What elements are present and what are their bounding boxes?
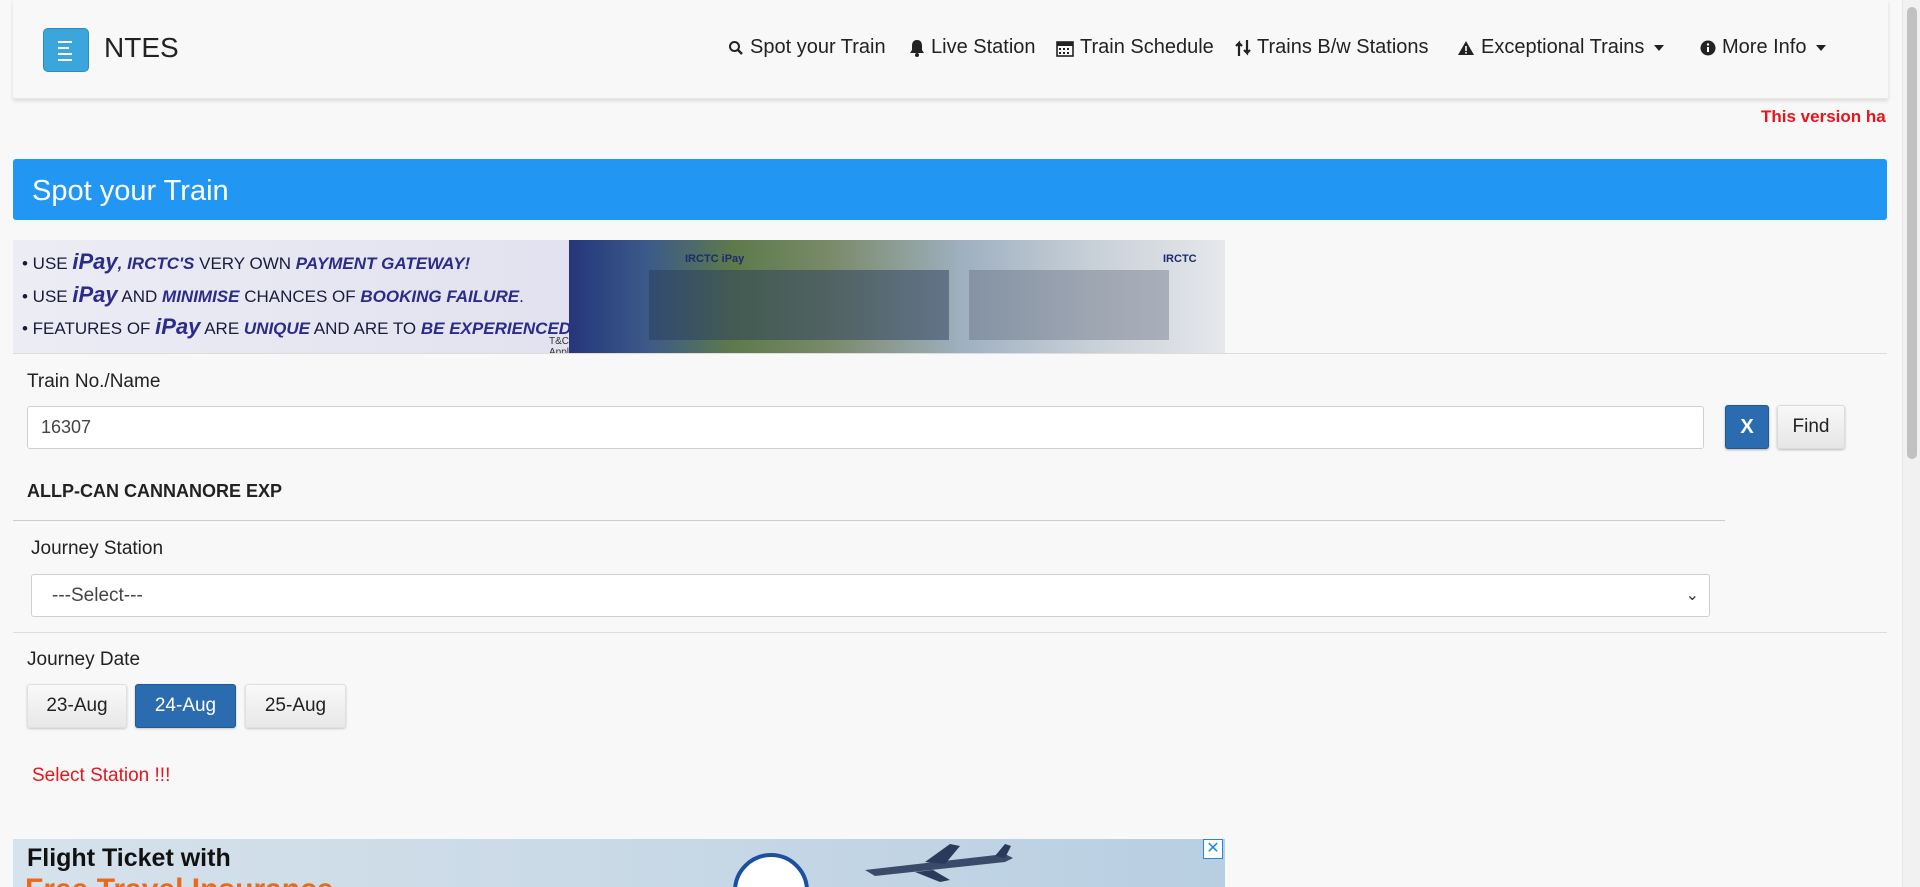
page-header: Spot your Train <box>13 159 1887 220</box>
nav-exceptional-trains[interactable]: Exceptional Trains <box>1457 36 1665 59</box>
airplane-icon <box>865 844 1013 882</box>
sort-icon <box>1235 39 1251 56</box>
menu-icon-bar <box>58 47 69 49</box>
warning-icon <box>1458 40 1474 55</box>
nav-label: More Info <box>1722 36 1807 58</box>
divider <box>13 353 1887 354</box>
info-icon <box>1700 40 1716 55</box>
train-carriage <box>969 270 1169 340</box>
menu-icon-bar <box>58 53 72 55</box>
journey-station-label: Journey Station <box>31 538 164 559</box>
chevron-down-icon <box>1654 44 1665 51</box>
announcement-marquee: This version ha <box>1761 107 1886 126</box>
divider <box>13 632 1887 633</box>
nav-label: Train Schedule <box>1080 36 1214 58</box>
irctc-logo-icon <box>733 853 809 887</box>
irctc-logo: IRCTC <box>1163 253 1197 265</box>
nav-live-station[interactable]: Live Station <box>909 36 1036 59</box>
nav-label: Live Station <box>931 36 1036 58</box>
chevron-down-icon <box>1816 44 1827 51</box>
find-button[interactable]: Find <box>1777 405 1845 449</box>
menu-icon-bar <box>58 41 72 43</box>
brand-name[interactable]: NTES <box>104 32 179 64</box>
menu-toggle-button[interactable] <box>43 28 89 72</box>
clear-button[interactable]: X <box>1725 405 1769 449</box>
nav-trains-between-stations[interactable]: Trains B/w Stations <box>1235 36 1429 59</box>
ad-headline: Flight Ticket with <box>27 844 231 872</box>
irctc-ipay-logo: IRCTC iPay <box>685 253 745 265</box>
menu-icon-bar <box>58 59 72 61</box>
banner-line-2: • USE iPay AND MINIMISE CHANCES OF BOOKI… <box>22 282 524 307</box>
banner-line-1: • USE iPay, IRCTC'S VERY OWN PAYMENT GAT… <box>22 249 471 274</box>
flight-insurance-ad[interactable]: Flight Ticket with Free Travel Insurance… <box>13 839 1225 887</box>
search-icon <box>729 40 743 55</box>
nav-label: Exceptional Trains <box>1481 36 1645 58</box>
error-message: Select Station !!! <box>32 765 171 786</box>
ad-close-button[interactable]: ✕ <box>1203 839 1223 859</box>
page-title: Spot your Train <box>32 175 229 207</box>
train-name: ALLP-CAN CANNANORE EXP <box>27 481 283 501</box>
banner-text-panel: • USE iPay, IRCTC'S VERY OWN PAYMENT GAT… <box>13 240 577 353</box>
bell-icon <box>910 39 924 57</box>
select-value: ---Select--- <box>52 585 143 606</box>
calendar-icon <box>1056 40 1074 57</box>
navbar: NTES Spot your Train Live Station Train … <box>13 0 1888 99</box>
train-number-input[interactable] <box>27 406 1704 449</box>
page-scrollbar[interactable] <box>1902 0 1920 887</box>
date-button-23-aug[interactable]: 23-Aug <box>27 684 127 728</box>
ipay-banner[interactable]: • USE iPay, IRCTC'S VERY OWN PAYMENT GAT… <box>13 240 1225 353</box>
banner-train-image: IRCTC iPay IRCTC <box>569 240 1225 353</box>
nav-label: Spot your Train <box>750 36 886 58</box>
train-number-label: Train No./Name <box>27 371 161 392</box>
journey-date-label: Journey Date <box>27 649 141 670</box>
scrollbar-thumb[interactable] <box>1907 7 1917 459</box>
nav-label: Trains B/w Stations <box>1257 36 1429 58</box>
ad-subheadline: Free Travel Insurance <box>25 873 334 887</box>
date-button-24-aug[interactable]: 24-Aug <box>135 684 236 728</box>
nav-spot-your-train[interactable]: Spot your Train <box>728 36 886 59</box>
nav-train-schedule[interactable]: Train Schedule <box>1056 36 1214 59</box>
train-carriage <box>649 270 949 340</box>
chevron-down-icon: ⌄ <box>1685 587 1699 604</box>
date-button-25-aug[interactable]: 25-Aug <box>245 684 346 728</box>
journey-station-select[interactable]: ---Select--- ⌄ <box>31 574 1710 617</box>
divider <box>13 520 1725 521</box>
banner-line-3: • FEATURES OF iPay ARE UNIQUE AND ARE TO… <box>22 314 577 339</box>
nav-more-info[interactable]: More Info <box>1700 36 1827 59</box>
